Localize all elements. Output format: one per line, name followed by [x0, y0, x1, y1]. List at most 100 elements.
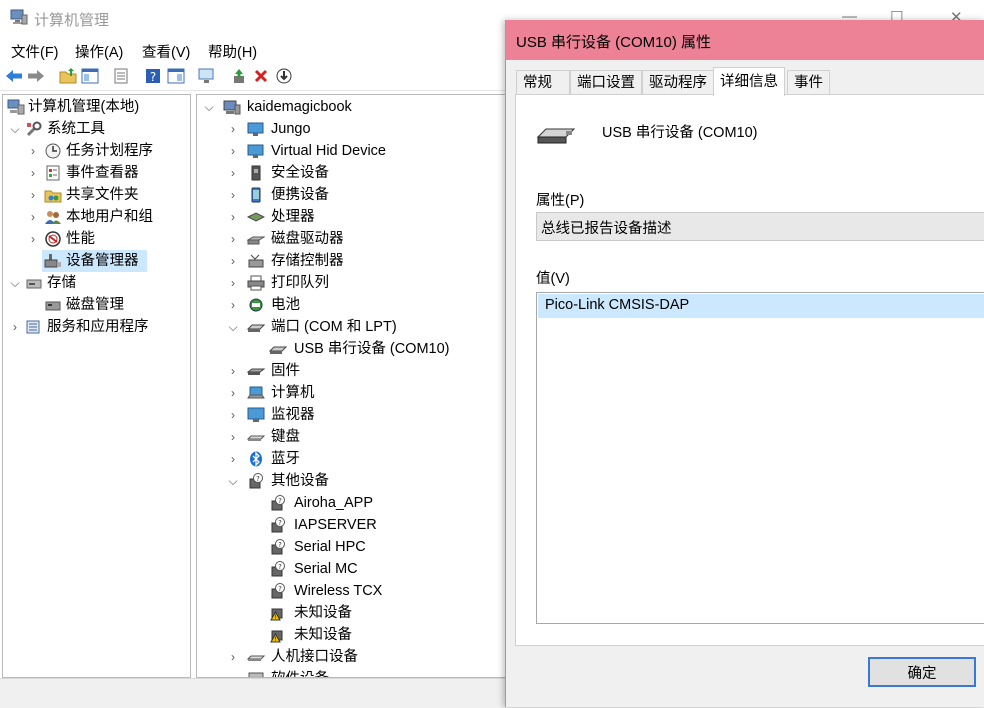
svg-text:?: ?: [278, 541, 282, 549]
update-driver-icon[interactable]: [229, 66, 249, 86]
scan-hardware-icon[interactable]: [197, 66, 217, 86]
chevron-right-icon[interactable]: ›: [27, 228, 39, 250]
chevron-right-icon[interactable]: ›: [227, 206, 239, 228]
tree-label: 共享文件夹: [66, 187, 139, 203]
svg-text:!: !: [274, 614, 276, 621]
disk-drive-icon: [247, 236, 265, 245]
menu-file[interactable]: 文件(F): [11, 41, 59, 62]
menu-help[interactable]: 帮助(H): [208, 41, 257, 62]
chevron-right-icon[interactable]: ›: [227, 228, 239, 250]
chevron-right-icon[interactable]: ›: [27, 162, 39, 184]
menu-action[interactable]: 操作(A): [75, 41, 123, 62]
chevron-right-icon[interactable]: ›: [227, 250, 239, 272]
unknown-device-icon: ?: [271, 495, 285, 511]
show-action-pane-icon[interactable]: [166, 66, 186, 86]
value-list[interactable]: Pico-Link CMSIS-DAP: [536, 292, 984, 624]
tree-item-shared-folders[interactable]: › 共享文件夹: [7, 184, 187, 206]
chevron-right-icon[interactable]: ›: [227, 646, 239, 668]
svg-text:?: ?: [150, 70, 156, 84]
dialog-title-bar[interactable]: USB 串行设备 (COM10) 属性: [506, 20, 984, 60]
tab-details[interactable]: 详细信息: [713, 67, 785, 96]
tree-label: 未知设备: [294, 605, 352, 621]
chevron-right-icon[interactable]: ›: [227, 162, 239, 184]
chevron-right-icon[interactable]: ›: [227, 294, 239, 316]
chevron-right-icon[interactable]: ›: [227, 184, 239, 206]
chevron-right-icon[interactable]: ›: [227, 272, 239, 294]
tree-label: 系统工具: [47, 121, 105, 137]
value-label: 值(V): [536, 271, 570, 287]
tree-item-task-scheduler[interactable]: › 任务计划程序: [7, 140, 187, 162]
device-name: USB 串行设备 (COM10): [602, 125, 758, 141]
ok-button[interactable]: 确定: [868, 657, 976, 687]
menu-view[interactable]: 查看(V): [142, 41, 190, 62]
tree-item-local-users[interactable]: › 本地用户和组: [7, 206, 187, 228]
up-folder-icon[interactable]: [58, 66, 78, 86]
unknown-device-icon: ?: [249, 473, 263, 489]
tree-label: 打印队列: [271, 275, 329, 291]
tree-item-device-manager[interactable]: 设备管理器: [42, 250, 147, 272]
chevron-right-icon[interactable]: ›: [227, 118, 239, 140]
dialog-title: USB 串行设备 (COM10) 属性: [516, 34, 712, 51]
tree-label: 服务和应用程序: [47, 319, 149, 335]
svg-text:?: ?: [256, 475, 260, 483]
port-icon: [247, 324, 265, 332]
tab-port-settings[interactable]: 端口设置: [570, 70, 642, 95]
property-select[interactable]: 总线已报告设备描述: [536, 212, 984, 241]
uninstall-icon[interactable]: [251, 66, 271, 86]
details-panel: USB 串行设备 (COM10) 属性(P) 总线已报告设备描述 值(V) Pi…: [515, 94, 984, 646]
tree-label: Serial MC: [294, 561, 358, 577]
chevron-down-icon[interactable]: ⌵: [9, 272, 21, 294]
tree-label: kaidemagicbook: [247, 99, 352, 115]
unknown-device-icon: ?: [271, 583, 285, 599]
tab-driver[interactable]: 驱动程序: [642, 70, 714, 95]
tree-item-disk-management[interactable]: 磁盘管理: [7, 294, 187, 316]
tree-label: 软件设备: [271, 668, 329, 677]
tree-item-system-tools[interactable]: ⌵ 系统工具: [7, 118, 187, 140]
help-icon[interactable]: ?: [143, 66, 163, 86]
chevron-right-icon[interactable]: ›: [227, 382, 239, 404]
download-icon[interactable]: [274, 66, 294, 86]
storage-controller-icon: [248, 254, 264, 268]
value-text: Pico-Link CMSIS-DAP: [545, 297, 690, 313]
chevron-right-icon[interactable]: ›: [227, 360, 239, 382]
chevron-right-icon[interactable]: ›: [227, 404, 239, 426]
tree-item-performance[interactable]: › 性能: [7, 228, 187, 250]
svg-text:?: ?: [278, 563, 282, 571]
chevron-down-icon[interactable]: ⌵: [227, 470, 239, 492]
property-label: 属性(P): [536, 193, 585, 209]
chevron-down-icon[interactable]: ⌵: [203, 96, 215, 118]
chevron-right-icon[interactable]: ›: [227, 668, 239, 677]
chevron-down-icon[interactable]: ⌵: [227, 316, 239, 338]
tree-item-event-viewer[interactable]: › 事件查看器: [7, 162, 187, 184]
show-hide-tree-icon[interactable]: [80, 66, 100, 86]
hid-icon: [247, 655, 265, 661]
battery-icon: [249, 298, 263, 312]
tree-label: 磁盘管理: [66, 297, 124, 313]
tree-label: Serial HPC: [294, 539, 366, 555]
shared-folder-icon: [44, 190, 62, 203]
chevron-down-icon[interactable]: ⌵: [9, 118, 21, 140]
tree-label: 键盘: [271, 429, 300, 445]
monitor-icon: [247, 144, 264, 158]
portable-device-icon: [251, 187, 261, 203]
tab-events[interactable]: 事件: [787, 70, 830, 95]
chevron-right-icon[interactable]: ›: [27, 184, 39, 206]
tree-item-services-apps[interactable]: › 服务和应用程序: [7, 316, 187, 338]
tree-item-storage[interactable]: ⌵ 存储: [7, 272, 187, 294]
chevron-right-icon[interactable]: ›: [227, 140, 239, 162]
chevron-right-icon[interactable]: ›: [27, 140, 39, 162]
chevron-right-icon[interactable]: ›: [9, 316, 21, 338]
properties-icon[interactable]: [111, 66, 131, 86]
chevron-right-icon[interactable]: ›: [27, 206, 39, 228]
chevron-right-icon[interactable]: ›: [227, 448, 239, 470]
value-list-item[interactable]: Pico-Link CMSIS-DAP: [538, 294, 984, 318]
computer-management-icon: [7, 99, 25, 115]
warning-device-icon: !: [270, 630, 283, 643]
forward-icon[interactable]: [26, 66, 46, 86]
tab-general[interactable]: 常规: [516, 70, 570, 95]
back-icon[interactable]: [4, 66, 24, 86]
tree-item-computer-management[interactable]: 计算机管理(本地): [7, 96, 187, 118]
chevron-right-icon[interactable]: ›: [227, 426, 239, 448]
unknown-device-icon: ?: [271, 517, 285, 533]
tree-label: 存储控制器: [271, 253, 344, 269]
